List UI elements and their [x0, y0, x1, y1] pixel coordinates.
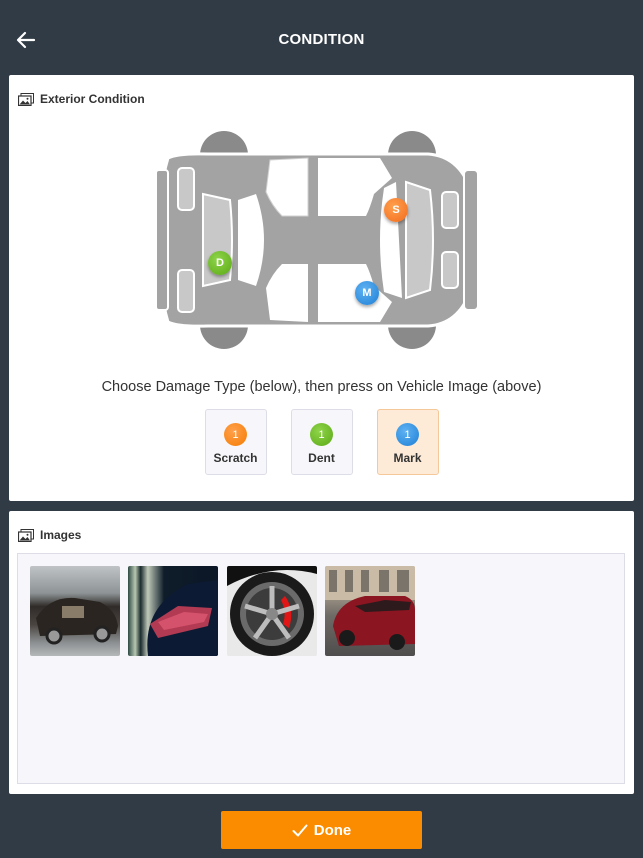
sports-car-photo — [325, 566, 415, 650]
top-bar: CONDITION — [0, 0, 643, 75]
damage-type-dent[interactable]: 1 Dent — [290, 409, 353, 475]
vehicle-diagram[interactable] — [148, 128, 480, 352]
damage-marker-dent[interactable]: D — [208, 251, 232, 275]
heading-label: Images — [40, 528, 82, 542]
images-heading: Images — [18, 528, 81, 542]
mark-label: Mark — [393, 451, 422, 465]
done-label: Done — [313, 821, 352, 839]
rear-light-bottom — [177, 269, 195, 313]
headlight-top — [441, 191, 459, 229]
scratch-label: Scratch — [213, 451, 258, 465]
headlight-bottom — [441, 251, 459, 289]
page-title: CONDITION — [278, 31, 365, 48]
instruction-text: Choose Damage Type (below), then press o… — [101, 379, 542, 395]
dent-count-badge: 1 — [310, 423, 333, 446]
front-bumper — [463, 169, 479, 311]
damage-marker-mark[interactable]: M — [355, 281, 379, 305]
mark-count-badge: 1 — [396, 423, 419, 446]
hood — [405, 180, 434, 300]
images-icon — [18, 92, 34, 106]
image-thumbnail[interactable] — [325, 566, 415, 656]
rear-light-top — [177, 167, 195, 211]
damage-type-mark[interactable]: 1 Mark — [376, 409, 439, 475]
scratch-count-badge: 1 — [224, 423, 247, 446]
damage-type-selector: 1 Scratch 1 Dent 1 Mark — [9, 409, 634, 475]
done-button[interactable]: Done — [221, 811, 422, 849]
rear-bumper — [155, 169, 169, 311]
image-thumbnail[interactable] — [128, 566, 218, 656]
image-thumbnail[interactable] — [30, 566, 120, 656]
dent-label: Dent — [308, 451, 335, 465]
checkmark-icon — [292, 824, 308, 836]
images-icon — [18, 528, 34, 542]
exterior-condition-heading: Exterior Condition — [18, 92, 145, 106]
images-panel: Images — [9, 511, 634, 794]
image-thumbnail[interactable] — [227, 566, 317, 656]
taillight-photo — [147, 580, 218, 656]
sedan-photo — [36, 597, 118, 645]
image-gallery — [17, 553, 625, 784]
wheel-photo — [227, 566, 317, 656]
heading-label: Exterior Condition — [40, 92, 145, 106]
damage-marker-scratch[interactable]: S — [384, 198, 408, 222]
damage-type-scratch[interactable]: 1 Scratch — [204, 409, 267, 475]
exterior-condition-panel: Exterior Condition S D M Choose Damage T… — [9, 75, 634, 501]
